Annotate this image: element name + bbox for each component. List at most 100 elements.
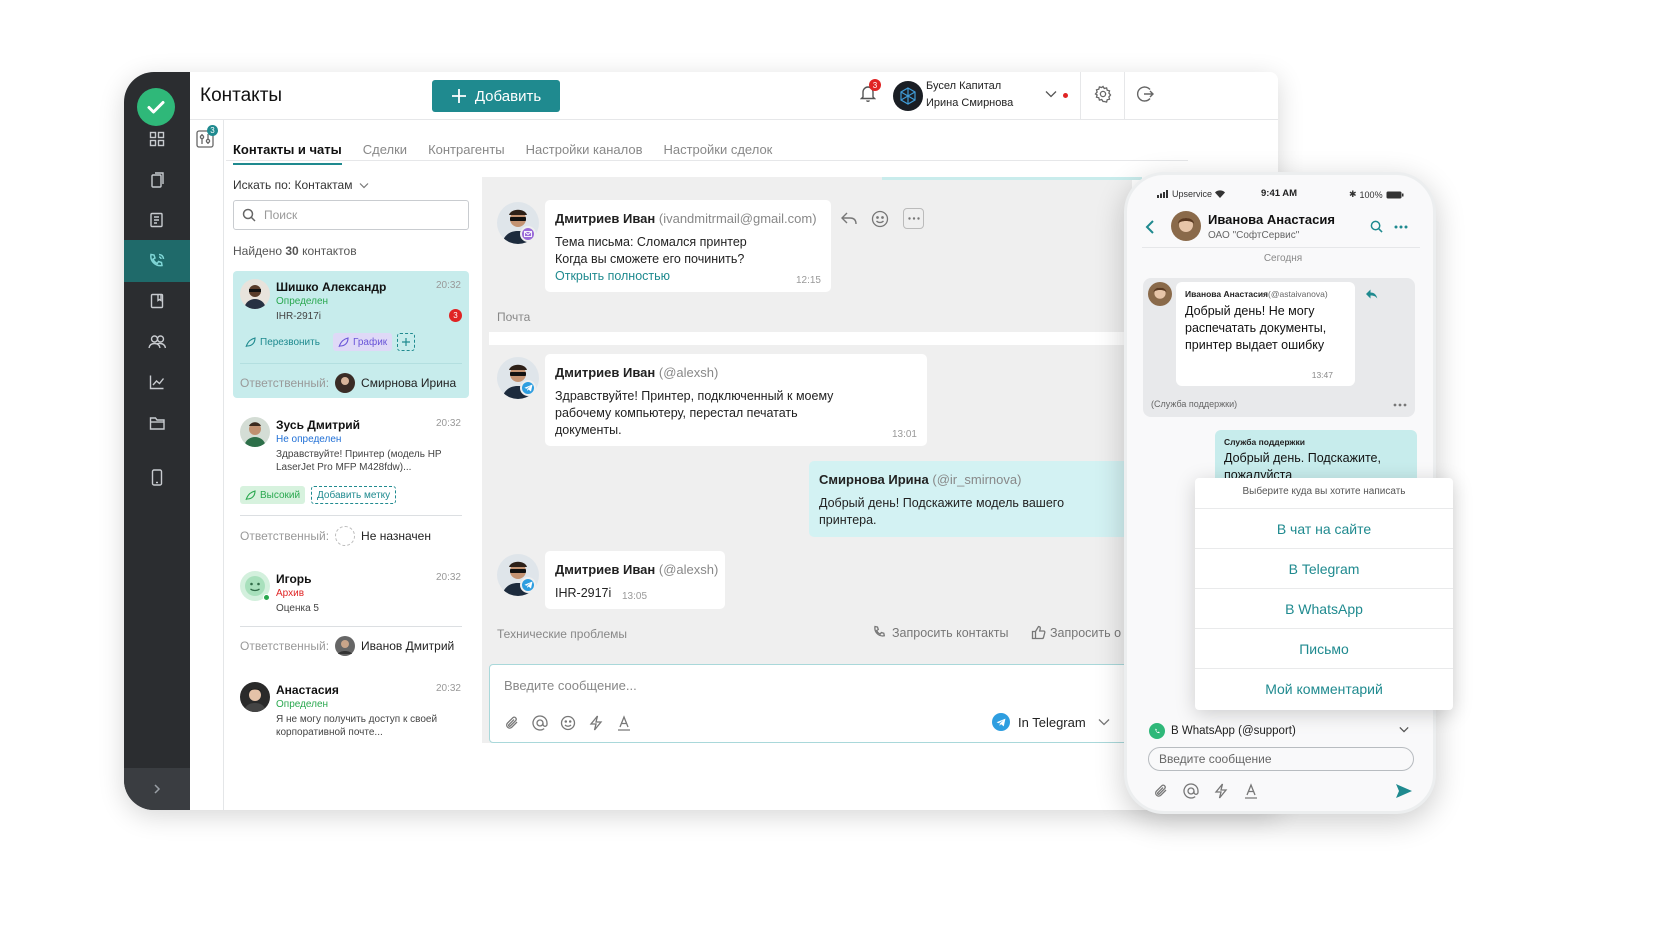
date-label: Сегодня [1263,253,1303,264]
account-menu-button[interactable] [1045,90,1057,98]
phone-channel-select[interactable]: В WhatsApp (@support) [1149,723,1296,739]
chevron-right-icon [154,784,161,794]
popup-option-email[interactable]: Письмо [1195,628,1453,668]
at-icon[interactable] [1183,783,1199,799]
sidebar-item-reports[interactable] [124,199,190,241]
logout-button[interactable] [1136,85,1154,103]
settings-button[interactable] [1094,85,1112,103]
phone-more-button[interactable] [1394,225,1408,229]
sidebar-item-dashboard[interactable] [124,118,190,160]
notifications-button[interactable]: 3 [860,79,881,102]
empty-avatar [335,526,356,546]
avatar [1148,282,1172,306]
telegram-channel-icon [520,577,536,593]
contact-card[interactable]: Анастасия 20:32 Определен Я не могу полу… [233,674,469,750]
add-tag-button[interactable] [397,333,415,351]
sidebar-item-documents[interactable] [124,159,190,201]
search-by-select[interactable]: Искать по: Контактам [233,178,369,192]
message-time: 13:47 [1311,370,1333,380]
contact-card[interactable]: Игорь 20:32 Архив Оценка 5 Ответственный… [233,563,469,663]
tag-callback[interactable]: Перезвонить [240,333,325,351]
sidebar-item-files[interactable] [124,402,190,444]
online-status-dot [1063,93,1068,98]
reply-button[interactable] [1365,288,1379,300]
wifi-icon [1215,190,1226,198]
message-telegram[interactable]: Дмитриев Иван (@alexsh) IHR-2917i 13:05 [545,551,725,609]
filter-column: 3 [190,120,224,810]
add-tag-button[interactable]: Добавить метку [311,486,397,504]
more-button[interactable] [903,208,924,229]
request-rating-button[interactable]: Запросить о [1031,625,1121,640]
message-text: Добрый день! Не могу распечатать докумен… [1185,304,1327,352]
message-incoming[interactable]: Иванова Анастасия(@astaivanova) Добрый д… [1176,282,1355,386]
tab-deal-settings[interactable]: Настройки сделок [663,142,772,165]
top-bar: Контакты Добавить [190,72,1278,120]
popup-option-telegram[interactable]: В Telegram [1195,548,1453,588]
tag-label: График [353,336,388,348]
message-telegram[interactable]: Дмитриев Иван (@alexsh) Здравствуйте! Пр… [545,354,927,446]
avatar [240,279,270,309]
tab-deals[interactable]: Сделки [363,142,407,165]
smile-icon[interactable] [560,715,576,731]
back-button[interactable] [1145,219,1155,235]
battery-label: 100% [1359,189,1383,200]
phone-message-input[interactable]: Введите сообщение [1148,747,1414,771]
text-format-icon[interactable] [616,715,632,731]
unread-badge: 3 [449,309,462,322]
sidebar-item-team[interactable] [124,321,190,363]
message-time: 12:15 [795,275,821,286]
contact-card[interactable]: Зусь Дмитрий 20:32 Не определен Здравств… [233,409,469,555]
popup-option-whatsapp[interactable]: В WhatsApp [1195,588,1453,628]
popup-option-site-chat[interactable]: В чат на сайте [1195,508,1453,548]
search-input[interactable]: Поиск [233,200,469,230]
message-input[interactable]: Введите сообщение... [504,678,637,693]
divider [240,626,462,627]
online-indicator [263,594,270,601]
page-title: Контакты [200,85,283,106]
text-format-icon[interactable] [1243,783,1259,799]
phone-search-button[interactable] [1370,220,1383,233]
phone-send-button[interactable] [1395,783,1413,799]
sidebar-item-book[interactable] [124,280,190,322]
contact-card[interactable]: Шишко Александр 20:32 Определен IHR-2917… [233,271,469,398]
tab-channel-settings[interactable]: Настройки каналов [526,142,643,165]
responsible-label: Ответственный: [240,639,330,653]
contact-last-message: Оценка 5 [276,603,319,614]
tag-priority[interactable]: Высокий [240,486,306,504]
lightning-icon[interactable] [1213,783,1229,799]
search-icon [1370,220,1383,233]
phone-channel-chevron[interactable] [1399,726,1409,733]
request-contacts-button[interactable]: Запросить контакты [873,625,1008,640]
author-name: Дмитриев Иван [555,365,656,380]
paperclip-icon[interactable] [504,715,520,731]
message-input-area: Введите сообщение... In Telegram [489,664,1134,743]
sidebar-item-mobile[interactable] [124,456,190,498]
sidebar-item-analytics[interactable] [124,361,190,403]
tag-schedule[interactable]: График [333,333,393,351]
channel-popup: Выберите куда вы хотите написать В чат н… [1195,478,1453,710]
popup-option-comment[interactable]: Мой комментарий [1195,668,1453,708]
contact-status: Архив [276,588,305,599]
message-email[interactable]: Дмитриев Иван (ivandmitrmail@gmail.com) … [545,200,831,292]
sidebar-item-contacts[interactable] [124,240,190,282]
found-suffix: контактов [302,244,357,258]
author-handle: (ivandmitrmail@gmail.com) [658,211,817,226]
reply-button[interactable] [840,210,858,226]
message-more-button[interactable] [1393,403,1407,407]
leaf-icon [245,489,256,500]
channel-select[interactable]: In Telegram [992,713,1110,731]
account-avatar[interactable] [893,81,923,111]
add-button[interactable]: Добавить [432,80,560,112]
paperclip-icon[interactable] [1153,783,1169,799]
filter-button[interactable]: 3 [196,125,218,148]
at-icon[interactable] [532,715,548,731]
tab-contacts-chats[interactable]: Контакты и чаты [233,142,342,165]
open-full-link[interactable]: Открыть полностью [555,268,670,285]
lightning-icon[interactable] [588,715,604,731]
tab-counterparties[interactable]: Контрагенты [428,142,505,165]
responsible-name: Не назначен [361,529,431,543]
message-outgoing[interactable]: Смирнова Ирина (@ir_smirnova) Добрый ден… [809,461,1134,537]
smile-icon [871,210,889,228]
emoji-button[interactable] [871,210,889,228]
sidebar-expand-button[interactable] [124,768,190,810]
